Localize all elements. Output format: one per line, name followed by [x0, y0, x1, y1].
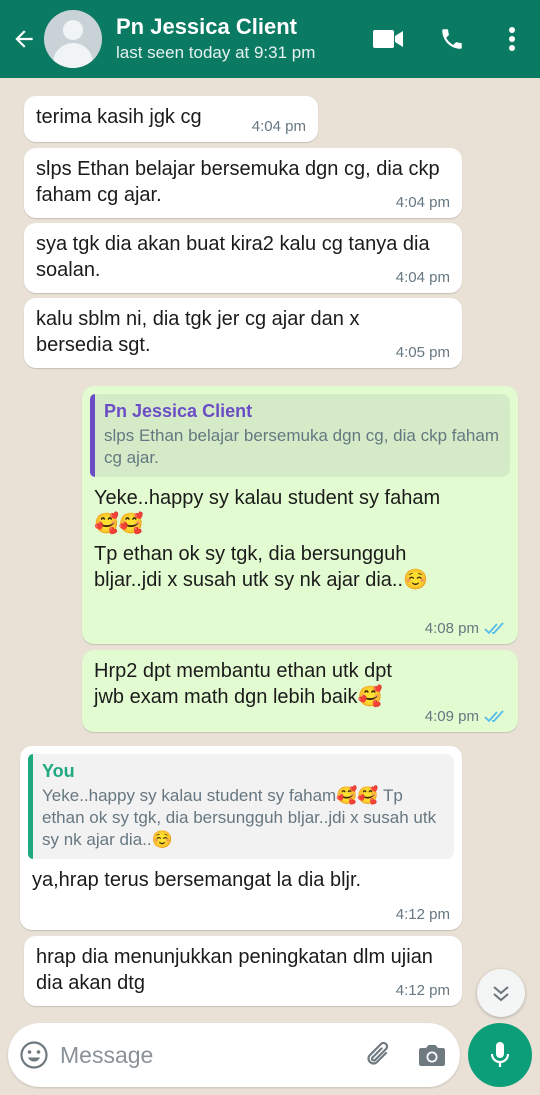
- back-button[interactable]: [4, 0, 44, 78]
- message-time: 4:09 pm: [424, 708, 479, 725]
- read-ticks-icon: [484, 709, 504, 722]
- message-time: 4:05 pm: [395, 344, 450, 361]
- read-ticks-icon: [484, 621, 504, 634]
- scroll-down-button[interactable]: [477, 969, 525, 1017]
- quoted-message[interactable]: Pn Jessica Client slps Ethan belajar ber…: [90, 394, 510, 477]
- message-incoming[interactable]: hrap dia menunjukkan peningkatan dlm uji…: [24, 936, 462, 1006]
- message-time: 4:04 pm: [251, 118, 306, 135]
- message-text: Hrp2 dpt membantu ethan utk dpt jwb exam…: [94, 660, 392, 708]
- avatar[interactable]: [44, 10, 102, 68]
- voice-message-button[interactable]: [468, 1023, 532, 1087]
- last-seen-status: last seen today at 9:31 pm: [116, 43, 316, 62]
- message-text: Tp ethan ok sy tgk, dia bersungguh bljar…: [94, 543, 428, 591]
- video-call-icon: [373, 30, 403, 48]
- video-call-button[interactable]: [356, 0, 420, 78]
- emoji-icon: [20, 1041, 48, 1069]
- quote-text: Yeke..happy sy kalau student sy faham🥰🥰 …: [42, 786, 437, 849]
- scroll-down-icon: [493, 986, 509, 1002]
- mic-icon: [490, 1042, 510, 1067]
- message-emoji: 🥰🥰: [94, 513, 144, 535]
- message-time: 4:04 pm: [395, 269, 450, 286]
- message-text: slps Ethan belajar bersemuka dgn cg, dia…: [36, 158, 440, 206]
- message-text: hrap dia menunjukkan peningkatan dlm uji…: [36, 946, 433, 994]
- message-time: 4:12 pm: [395, 982, 450, 999]
- emoji-button[interactable]: [8, 1023, 60, 1087]
- camera-button[interactable]: [404, 1023, 460, 1087]
- message-time: 4:04 pm: [395, 194, 450, 211]
- quote-text: slps Ethan belajar bersemuka dgn cg, dia…: [104, 426, 500, 467]
- camera-icon: [419, 1045, 446, 1066]
- message-incoming[interactable]: sya tgk dia akan buat kira2 kalu cg tany…: [24, 223, 462, 293]
- quoted-message[interactable]: You Yeke..happy sy kalau student sy faha…: [28, 754, 454, 859]
- message-text: sya tgk dia akan buat kira2 kalu cg tany…: [36, 233, 430, 281]
- message-incoming[interactable]: kalu sblm ni, dia tgk jer cg ajar dan x …: [24, 298, 462, 368]
- message-time: 4:12 pm: [395, 906, 450, 923]
- message-time: 4:08 pm: [424, 620, 479, 637]
- contact-info[interactable]: Pn Jessica Client last seen today at 9:3…: [116, 14, 356, 64]
- message-incoming[interactable]: slps Ethan belajar bersemuka dgn cg, dia…: [24, 148, 462, 218]
- quote-author: You: [42, 761, 75, 781]
- chat-area[interactable]: terima kasih jgk cg 4:04 pm slps Ethan b…: [0, 78, 540, 1008]
- message-outgoing[interactable]: Hrp2 dpt membantu ethan utk dpt jwb exam…: [82, 650, 518, 732]
- message-text: kalu sblm ni, dia tgk jer cg ajar dan x …: [36, 308, 360, 356]
- message-text: Yeke..happy sy kalau student sy faham: [94, 487, 441, 509]
- chat-header: Pn Jessica Client last seen today at 9:3…: [0, 0, 540, 78]
- message-text: ya,hrap terus bersemangat la dia bljr.: [32, 869, 362, 891]
- message-composer: [8, 1023, 460, 1087]
- attach-button[interactable]: [356, 1023, 404, 1087]
- attach-icon: [367, 1041, 389, 1065]
- message-incoming[interactable]: terima kasih jgk cg 4:04 pm: [24, 96, 318, 142]
- message-outgoing[interactable]: Pn Jessica Client slps Ethan belajar ber…: [82, 386, 518, 644]
- quote-author: Pn Jessica Client: [104, 401, 253, 421]
- more-options-button[interactable]: [484, 0, 540, 78]
- phone-icon: [442, 29, 462, 49]
- voice-call-button[interactable]: [420, 0, 484, 78]
- back-arrow-icon: [15, 30, 33, 48]
- contact-name: Pn Jessica Client: [116, 14, 297, 39]
- more-vert-icon: [509, 27, 515, 51]
- message-incoming[interactable]: You Yeke..happy sy kalau student sy faha…: [20, 746, 462, 930]
- message-input[interactable]: [60, 1041, 356, 1069]
